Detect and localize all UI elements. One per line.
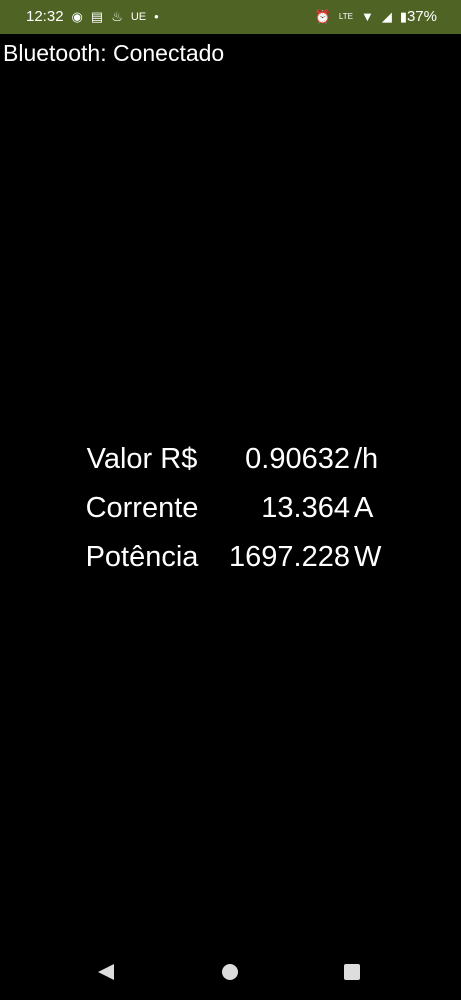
time: 12:32 [26,8,64,25]
reading-label: Potência [85,541,199,573]
volte-icon: LTE [338,12,353,21]
carrier: UE [130,10,147,23]
wifi-icon: ▼ [360,9,374,24]
dot-icon: • [154,9,159,24]
app-icon: ♨ [111,8,123,24]
reading-unit: A [354,492,374,524]
battery-level: 37% [406,8,437,25]
home-icon[interactable] [222,964,238,980]
signal-icon: ◢ [381,8,392,24]
reading-unit: W [354,541,382,573]
reading-row-valor: Valor R$ 0.90632 /h [0,443,461,483]
navigation-bar [0,958,461,988]
reading-value: 1697.228 [229,541,350,573]
status-bar: 12:32 ◉ ▤ ♨ UE • ⏰ LTE ▼ ◢ ▮37% [0,0,461,34]
news-icon: ▤ [90,8,104,24]
reading-row-potencia: Potência 1697.228 W [0,541,461,581]
back-icon[interactable] [98,964,114,980]
bluetooth-status: Bluetooth: Conectado [3,40,225,66]
whatsapp-icon: ◉ [71,8,83,24]
recents-icon[interactable] [344,964,360,980]
battery-icon: ▮ [399,9,407,24]
alarm-icon: ⏰ [314,8,331,24]
reading-row-corrente: Corrente 13.364 A [0,492,461,532]
reading-value: 0.90632 [245,443,350,475]
reading-unit: /h [354,443,379,475]
reading-label: Corrente [85,492,199,524]
reading-label: Valor R$ [86,443,198,475]
reading-value: 13.364 [261,492,350,524]
